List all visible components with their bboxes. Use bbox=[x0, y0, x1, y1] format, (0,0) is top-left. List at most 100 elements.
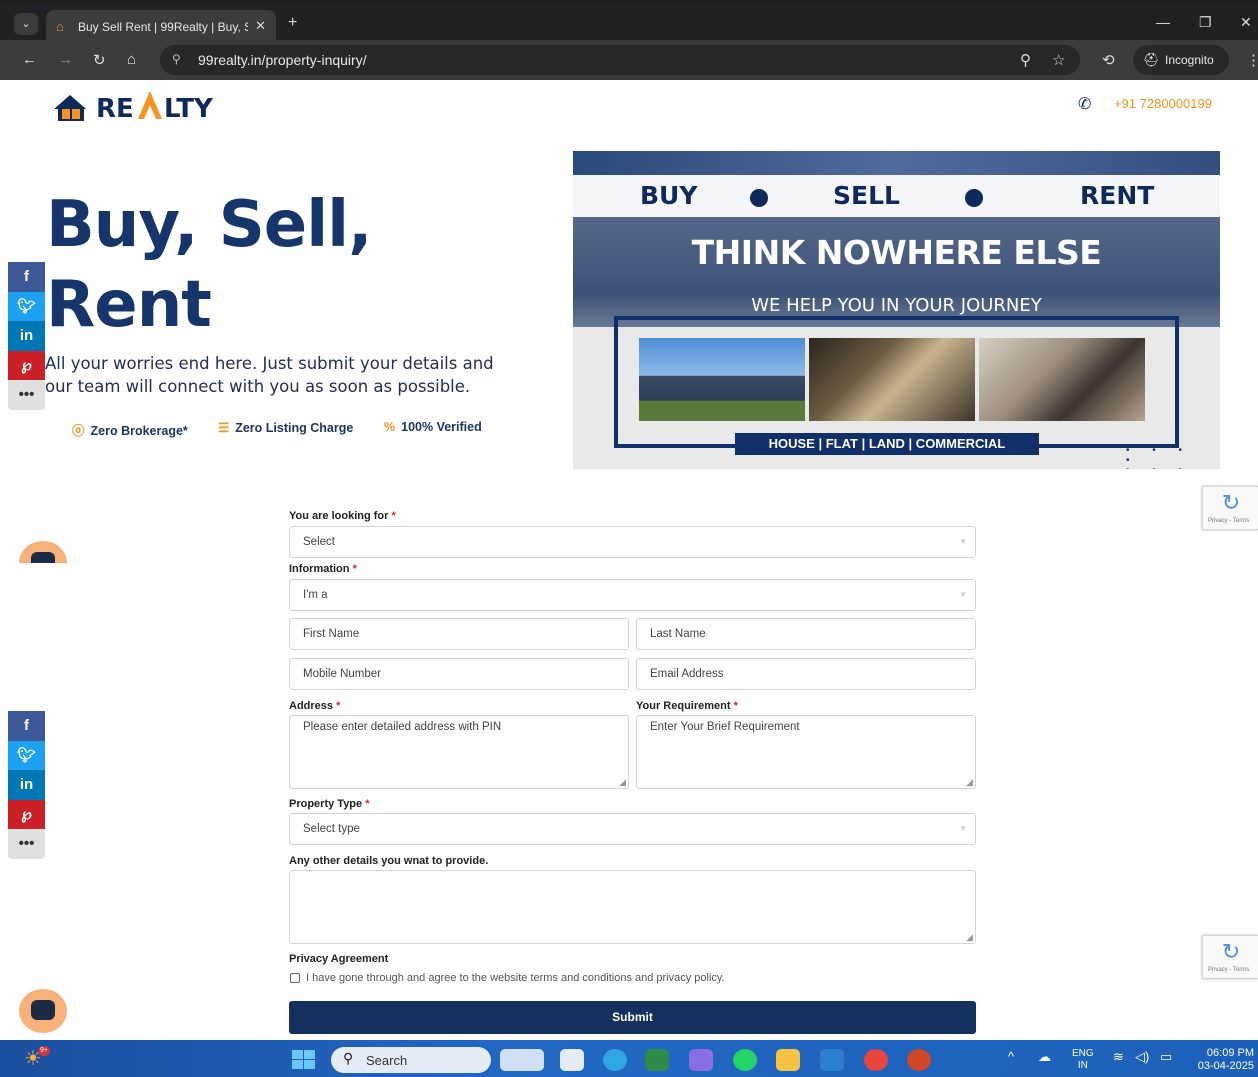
resize-handle-icon[interactable]: ◢ bbox=[619, 777, 626, 788]
first-name-field[interactable]: First Name bbox=[289, 618, 629, 650]
chevron-up-icon[interactable]: ^ bbox=[1008, 1049, 1014, 1064]
information-select[interactable]: I'm a ▼ bbox=[289, 579, 976, 611]
chevron-down-icon: ▼ bbox=[959, 537, 967, 546]
reload-icon[interactable]: ↻ bbox=[93, 51, 106, 69]
extensions-icon[interactable]: ⟲ bbox=[1102, 51, 1115, 69]
browser-menu-icon[interactable]: ⋮ bbox=[1246, 51, 1258, 69]
mobile-number-field[interactable]: Mobile Number bbox=[289, 658, 629, 690]
cloud-icon[interactable]: ☁ bbox=[1038, 1049, 1051, 1065]
recaptcha-badge[interactable]: ↻ Privacy - Terms bbox=[1202, 486, 1258, 530]
clock[interactable]: 06:09 PM 03-04-2025 bbox=[1190, 1047, 1254, 1073]
recaptcha-icon: ↻ bbox=[1221, 939, 1241, 964]
resize-handle-icon[interactable]: ◢ bbox=[966, 932, 973, 943]
browser-tab[interactable]: ⌂ Buy Sell Rent | 99Realty | Buy, S ✕ bbox=[46, 10, 276, 44]
chrome-icon[interactable] bbox=[864, 1049, 888, 1071]
site-info-icon[interactable]: ⚲ bbox=[172, 52, 181, 66]
wifi-icon[interactable]: ≋ bbox=[1113, 1049, 1124, 1065]
close-window-icon[interactable]: ✕ bbox=[1240, 14, 1252, 31]
task-view-icon[interactable] bbox=[560, 1049, 584, 1071]
battery-icon[interactable]: ▭ bbox=[1160, 1049, 1172, 1065]
search-label: Search bbox=[366, 1053, 408, 1068]
required-mark: * bbox=[336, 700, 341, 712]
minimize-icon[interactable]: — bbox=[1156, 14, 1170, 30]
tab-close-icon[interactable]: ✕ bbox=[255, 18, 266, 34]
resize-handle-icon[interactable]: ◢ bbox=[966, 777, 973, 788]
submit-button[interactable]: Submit bbox=[289, 1001, 976, 1034]
property-type-select[interactable]: Select type ▼ bbox=[289, 813, 976, 845]
more-share-icon[interactable]: ••• bbox=[8, 380, 45, 410]
facebook-icon[interactable]: f bbox=[8, 711, 45, 741]
store-icon[interactable] bbox=[645, 1049, 669, 1071]
browser-toolbar: ← → ↻ ⌂ ⚲ 99realty.in/property-inquiry/ … bbox=[0, 40, 1258, 80]
bookmark-star-icon[interactable]: ☆ bbox=[1052, 51, 1065, 69]
chat-icon bbox=[31, 552, 55, 563]
incognito-profile-button[interactable]: ⛑ Incognito bbox=[1133, 45, 1229, 75]
windows-taskbar: ☀ 9+ ⚲ Search ^ ☁ ENG IN ≋ ◁) ▭ 06:09 PM… bbox=[0, 1040, 1258, 1077]
requirement-label: Your Requirement * bbox=[636, 700, 738, 712]
last-name-field[interactable]: Last Name bbox=[636, 618, 976, 650]
textarea-placeholder: Please enter detailed address with PIN bbox=[303, 721, 502, 733]
office-photo bbox=[979, 338, 1145, 421]
volume-icon[interactable]: ◁) bbox=[1135, 1049, 1149, 1065]
twitter-icon[interactable]: 🐦︎ bbox=[8, 740, 45, 770]
chevron-down-icon: ▼ bbox=[959, 824, 967, 833]
restore-icon[interactable]: ❐ bbox=[1199, 14, 1212, 31]
privacy-agreement-text[interactable]: I have gone through and agree to the web… bbox=[306, 972, 725, 984]
chat-bubble[interactable] bbox=[19, 541, 67, 563]
outlook-icon[interactable] bbox=[820, 1049, 844, 1071]
recaptcha-text[interactable]: Privacy - Terms bbox=[1208, 518, 1249, 524]
pinterest-icon[interactable]: ℘ bbox=[8, 799, 45, 829]
address-textarea[interactable]: Please enter detailed address with PIN ◢ bbox=[289, 715, 629, 789]
powerpoint-icon[interactable] bbox=[907, 1049, 931, 1071]
email-field[interactable]: Email Address bbox=[636, 658, 976, 690]
facebook-icon[interactable]: f bbox=[8, 262, 45, 292]
home-icon[interactable]: ⌂ bbox=[127, 51, 136, 68]
address-bar[interactable]: ⚲ 99realty.in/property-inquiry/ ⚲ ☆ bbox=[160, 45, 1080, 75]
forward-icon[interactable]: → bbox=[58, 51, 73, 68]
browser-tab-bar: ⌄ ⌂ Buy Sell Rent | 99Realty | Buy, S ✕ … bbox=[0, 0, 1258, 44]
label-text: Property Type bbox=[289, 798, 363, 810]
language-indicator[interactable]: ENG IN bbox=[1072, 1048, 1094, 1072]
pinterest-icon[interactable]: ℘ bbox=[8, 350, 45, 380]
zoom-icon[interactable]: ⚲ bbox=[1020, 51, 1031, 69]
chat-widget-partial[interactable] bbox=[19, 541, 67, 563]
phone-number-link[interactable]: +91 7280000199 bbox=[1114, 96, 1212, 111]
hero-title-line2: Rent bbox=[46, 268, 212, 342]
chat-bubble[interactable] bbox=[19, 989, 67, 1033]
requirement-textarea[interactable]: Enter Your Brief Requirement ◢ bbox=[636, 715, 976, 789]
incognito-icon: ⛑ bbox=[1143, 52, 1160, 67]
linkedin-icon[interactable]: in bbox=[8, 770, 45, 800]
whatsapp-icon[interactable] bbox=[733, 1049, 757, 1071]
back-icon[interactable]: ← bbox=[22, 51, 37, 68]
recaptcha-badge[interactable]: ↻ Privacy - Terms bbox=[1202, 935, 1258, 979]
chat-icon bbox=[31, 1000, 55, 1020]
copilot-icon[interactable] bbox=[689, 1049, 713, 1071]
taskbar-search[interactable]: ⚲ Search bbox=[331, 1047, 491, 1073]
looking-for-label: You are looking for * bbox=[289, 510, 396, 522]
file-explorer-icon[interactable] bbox=[776, 1049, 800, 1071]
coin-icon: ⓞ bbox=[72, 424, 85, 438]
notification-badge: 9+ bbox=[38, 1046, 50, 1056]
search-icon: ⚲ bbox=[343, 1050, 354, 1066]
other-details-textarea[interactable]: ◢ bbox=[289, 870, 976, 944]
search-highlight-icon[interactable] bbox=[500, 1049, 544, 1071]
linkedin-icon[interactable]: in bbox=[8, 321, 45, 351]
hero-subtitle: All your worries end here. Just submit y… bbox=[45, 354, 494, 396]
privacy-checkbox[interactable] bbox=[290, 973, 300, 983]
twitter-icon[interactable]: 🐦︎ bbox=[8, 291, 45, 321]
site-logo[interactable]: RE LTY bbox=[52, 87, 222, 123]
required-mark: * bbox=[365, 798, 370, 810]
url-text[interactable]: 99realty.in/property-inquiry/ bbox=[198, 52, 367, 68]
tab-search-button[interactable]: ⌄ bbox=[14, 13, 38, 35]
banner-dot bbox=[965, 189, 983, 207]
incognito-label: Incognito bbox=[1165, 53, 1214, 67]
new-tab-button[interactable]: + bbox=[288, 14, 297, 32]
looking-for-select[interactable]: Select ▼ bbox=[289, 526, 976, 558]
more-share-icon[interactable]: ••• bbox=[8, 829, 45, 859]
privacy-agreement-label: Privacy Agreement bbox=[289, 953, 389, 965]
recaptcha-text[interactable]: Privacy - Terms bbox=[1208, 967, 1249, 973]
start-button[interactable] bbox=[292, 1050, 316, 1070]
edge-icon[interactable] bbox=[603, 1049, 627, 1071]
feature-label: Zero Brokerage* bbox=[90, 424, 188, 438]
feature-label: Zero Listing Charge bbox=[235, 421, 354, 435]
